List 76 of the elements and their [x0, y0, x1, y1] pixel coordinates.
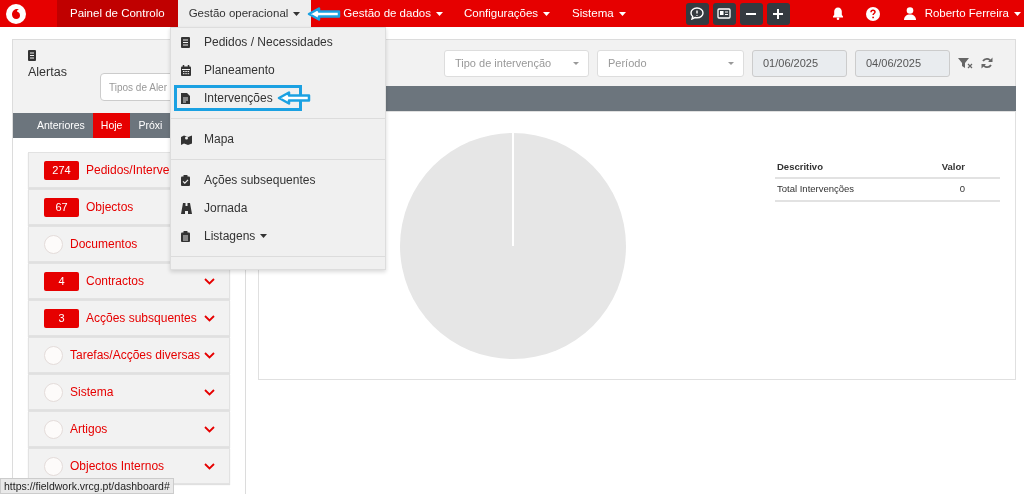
- caret-icon: [260, 234, 268, 238]
- clear-filter-button[interactable]: [958, 57, 973, 69]
- caret-icon: [728, 61, 734, 65]
- question-icon: [865, 6, 880, 21]
- nav-menu-item[interactable]: Gestão de dados: [341, 0, 453, 27]
- column-header: Valor: [904, 157, 1000, 179]
- empty-badge: [44, 345, 63, 365]
- intervention-type-select[interactable]: Tipo de intervenção: [444, 49, 589, 77]
- alert-category[interactable]: Tarefas/Acções diversas: [28, 337, 230, 373]
- table-cell: 0: [904, 178, 1000, 201]
- alert-category[interactable]: 4 Contractos: [28, 263, 230, 299]
- category-label: Objectos: [86, 199, 134, 216]
- empty-badge: [44, 419, 63, 439]
- category-label: Acções subsquentes: [86, 310, 197, 327]
- annotation-arrow: [277, 91, 311, 105]
- category-label: Artigos: [70, 421, 108, 438]
- category-label: Contractos: [86, 273, 145, 290]
- document-list-icon: [181, 36, 192, 48]
- nav-menu-item[interactable]: Configurações: [452, 0, 562, 27]
- count-badge: 4: [44, 271, 79, 291]
- category-label: Objectos Internos: [70, 458, 165, 475]
- help-button[interactable]: [865, 6, 880, 21]
- tab[interactable]: Hoje: [92, 113, 131, 138]
- table-cell: Total Intervenções: [775, 178, 905, 201]
- caret-icon: [573, 61, 579, 65]
- user-menu[interactable]: Roberto Ferreira: [903, 4, 1024, 23]
- nav-menu-item[interactable]: Gestão operacional: [177, 0, 312, 27]
- tab[interactable]: Anteriores: [29, 113, 93, 138]
- bell-icon: [831, 7, 844, 20]
- alert-category[interactable]: Sistema: [28, 374, 230, 410]
- menu-item[interactable]: Mapa: [171, 125, 385, 153]
- category-label: Pedidos/Interve: [86, 162, 170, 179]
- calendar-icon: [181, 64, 192, 76]
- document-icon: [181, 92, 192, 104]
- nav-menu-item[interactable]: Sistema: [561, 0, 637, 27]
- notifications-button[interactable]: [831, 7, 844, 20]
- column-header: Descritivo: [775, 157, 905, 179]
- period-select[interactable]: Período: [597, 49, 744, 77]
- minus-button[interactable]: [739, 2, 763, 25]
- link-preview-tooltip: https://fieldwork.vrcg.pt/dashboard#: [0, 478, 174, 494]
- clipboard-check-icon: [181, 174, 192, 186]
- refresh-button[interactable]: [981, 57, 993, 69]
- caret-icon: [543, 11, 551, 16]
- category-label: Documentos: [70, 236, 138, 253]
- count-badge: 67: [44, 197, 79, 217]
- category-label: Tarefas/Acções diversas: [70, 347, 201, 364]
- empty-badge: [44, 234, 63, 254]
- comment-button[interactable]: [685, 2, 709, 25]
- category-label: Sistema: [70, 384, 114, 401]
- caret-icon: [435, 11, 443, 16]
- nav-menu-item[interactable]: Painel de Controlo: [57, 0, 178, 27]
- caret-icon: [618, 11, 626, 16]
- empty-badge: [44, 382, 63, 402]
- plus-button[interactable]: [766, 2, 790, 25]
- logo-icon: [6, 3, 26, 24]
- map-icon: [181, 133, 192, 145]
- count-badge: 3: [44, 308, 79, 328]
- panel-title: Alertas: [28, 64, 67, 81]
- caret-icon: [293, 11, 301, 16]
- id-card-button[interactable]: [712, 2, 736, 25]
- user-icon: [903, 7, 916, 20]
- count-badge: 274: [44, 160, 79, 180]
- annotation-arrow: [307, 6, 342, 21]
- empty-badge: [44, 456, 63, 476]
- caret-icon: [1014, 11, 1021, 16]
- alert-category[interactable]: Artigos: [28, 411, 230, 447]
- menu-item[interactable]: Pedidos / Necessidades: [171, 28, 385, 56]
- refresh-icon: [981, 57, 993, 69]
- plus-icon: [771, 7, 786, 20]
- comment-icon: [690, 7, 705, 20]
- list-icon: [28, 50, 36, 61]
- id-card-icon: [717, 7, 732, 20]
- alert-category[interactable]: 3 Acções subsquentes: [28, 300, 230, 336]
- filter-clear-icon: [958, 57, 973, 69]
- clipboard-icon: [181, 230, 192, 242]
- tab[interactable]: Próxi: [130, 113, 171, 138]
